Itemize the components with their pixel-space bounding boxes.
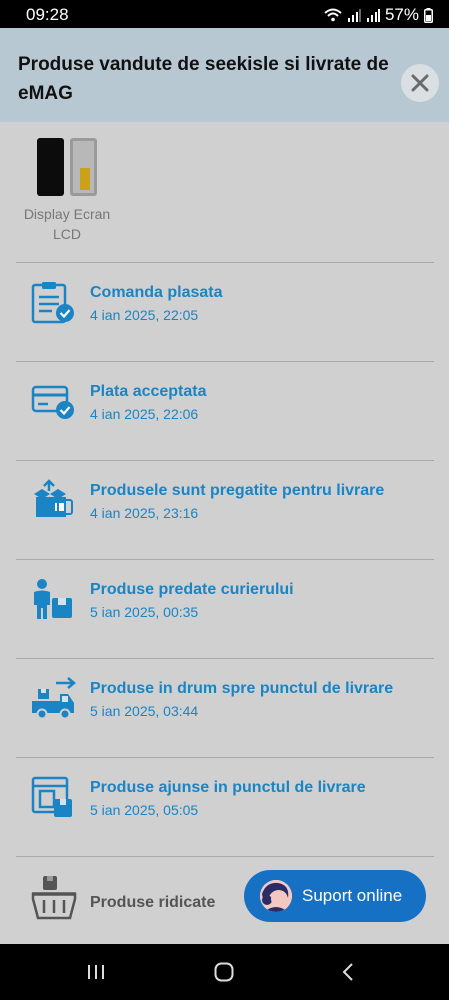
timeline-step-payment-accepted: Plata acceptata 4 ian 2025, 22:06 <box>0 379 449 429</box>
divider <box>16 658 434 659</box>
recent-apps-button[interactable] <box>78 958 114 986</box>
wifi-icon <box>324 8 342 22</box>
timeline-step-arrived-at-pickup: Produse ajunse in punctul de livrare 5 i… <box>0 775 449 825</box>
display-front-image <box>37 138 64 196</box>
signal-icon-2 <box>366 9 380 22</box>
status-bar: 09:28 57% <box>0 0 449 28</box>
divider <box>16 262 434 263</box>
back-button[interactable] <box>330 958 366 986</box>
step-title: Produse predate curierului <box>90 581 294 598</box>
system-navigation-bar <box>0 944 449 1000</box>
battery-icon <box>424 7 433 23</box>
step-title: Plata acceptata <box>90 383 207 400</box>
status-icons: 57% <box>324 5 433 25</box>
divider <box>16 361 434 362</box>
status-time: 09:28 <box>26 5 69 24</box>
step-date: 4 ian 2025, 22:06 <box>90 406 199 422</box>
basket-icon <box>30 874 78 920</box>
step-date: 4 ian 2025, 22:05 <box>90 307 199 323</box>
display-back-image <box>70 138 97 196</box>
home-icon <box>214 962 234 982</box>
signal-icon <box>347 9 361 22</box>
step-date: 4 ian 2025, 23:16 <box>90 505 199 521</box>
step-title: Produse in drum spre punctul de livrare <box>90 680 394 697</box>
product-name: Display Ecran LCD <box>23 206 111 242</box>
timeline-step-in-transit: Produse in drum spre punctul de livrare … <box>0 676 449 726</box>
page-title: Produse vandute de seekisle si livrate d… <box>18 54 389 104</box>
timeline-step-handed-to-courier: Produse predate curierului 5 ian 2025, 0… <box>0 577 449 627</box>
support-online-button[interactable]: Suport online <box>244 870 426 922</box>
back-icon <box>342 963 353 981</box>
step-date: 5 ian 2025, 00:35 <box>90 604 199 620</box>
close-icon <box>411 74 429 92</box>
divider <box>16 757 434 758</box>
battery-percent: 57% <box>384 5 419 24</box>
step-title: Produsele sunt pregatite pentru livrare <box>90 482 385 499</box>
timeline-step-order-placed: Comanda plasata 4 ian 2025, 22:05 <box>0 280 449 330</box>
close-button[interactable] <box>401 64 439 102</box>
modal-header: Produse vandute de seekisle si livrate d… <box>0 28 449 122</box>
card-check-icon <box>30 379 78 425</box>
divider <box>16 460 434 461</box>
divider <box>16 559 434 560</box>
step-date: 5 ian 2025, 03:44 <box>90 703 199 719</box>
timeline-step-products-prepared: Produsele sunt pregatite pentru livrare … <box>0 478 449 528</box>
step-title: Comanda plasata <box>90 284 223 301</box>
product-image <box>20 138 114 198</box>
step-date: 5 ian 2025, 05:05 <box>90 802 199 818</box>
open-box-icon <box>30 478 78 524</box>
pickup-point-icon <box>30 775 78 821</box>
divider <box>16 856 434 857</box>
support-online-label: Suport online <box>302 886 403 905</box>
clipboard-check-icon <box>30 280 78 326</box>
recent-apps-icon <box>88 965 104 979</box>
product-item[interactable]: Display Ecran LCD <box>20 138 114 244</box>
step-title: Produse ridicate <box>90 894 216 911</box>
support-agent-avatar <box>260 880 292 912</box>
step-title: Produse ajunse in punctul de livrare <box>90 779 366 796</box>
courier-icon <box>30 577 78 623</box>
home-button[interactable] <box>206 958 242 986</box>
delivery-truck-icon <box>30 676 78 722</box>
